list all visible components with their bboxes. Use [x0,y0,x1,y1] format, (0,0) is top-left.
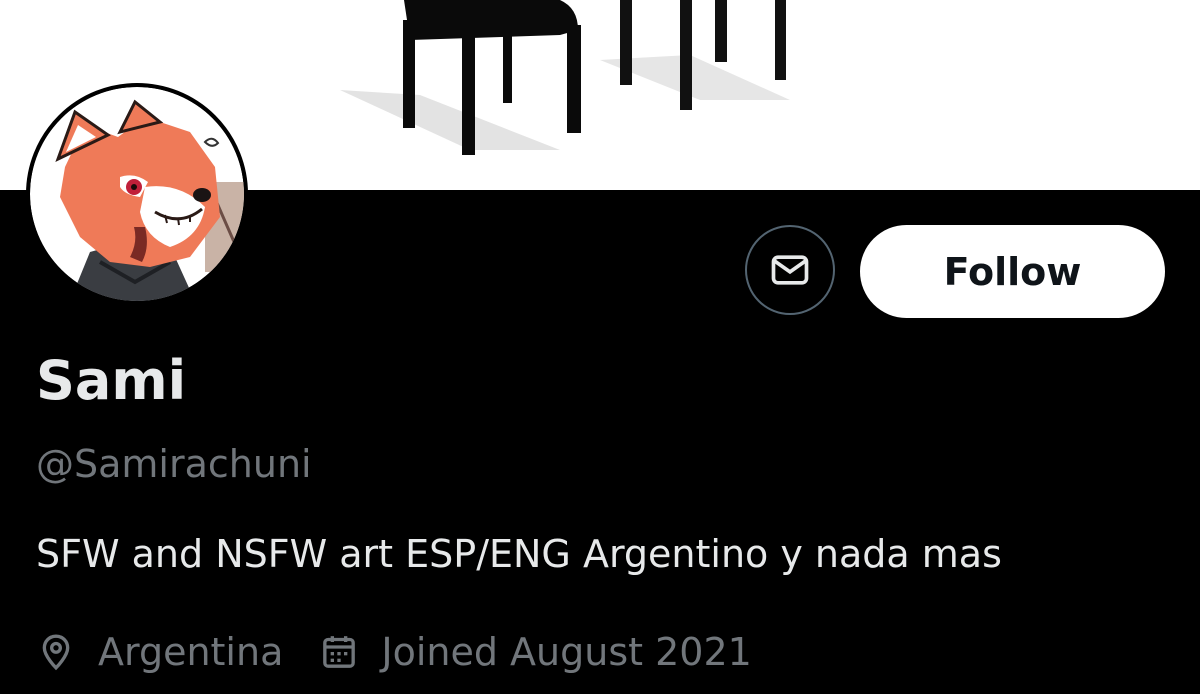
location-item: Argentina [36,630,283,674]
location-text: Argentina [98,630,284,674]
joined-date-text: Joined August 2021 [381,630,752,674]
profile-bio: SFW and NSFW art ESP/ENG Argentino y nad… [36,532,1002,576]
avatar-red-panda-image [30,87,244,301]
profile-page: Follow Sami @Samirachuni SFW and NSFW ar… [0,0,1200,694]
user-handle: @Samirachuni [36,442,312,486]
envelope-icon [768,248,812,292]
calendar-icon [319,632,359,672]
map-pin-icon [36,632,76,672]
avatar[interactable] [26,83,248,305]
message-button[interactable] [745,225,835,315]
profile-meta-row: Argentina Joined August 2021 [36,622,752,682]
display-name: Sami [36,349,187,412]
follow-button[interactable]: Follow [860,225,1165,318]
joined-item: Joined August 2021 [319,630,752,674]
